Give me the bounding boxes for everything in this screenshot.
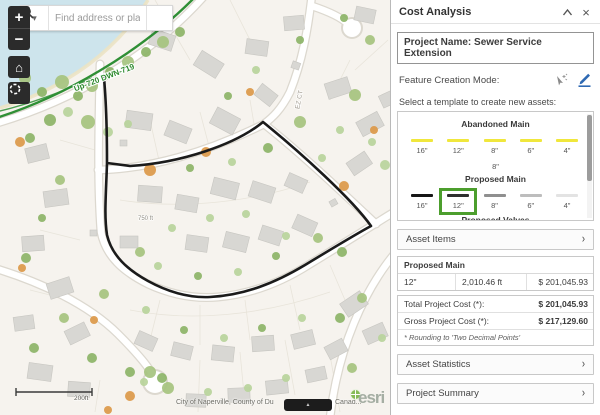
cost-analysis-panel: Cost Analysis × Project Name: Sewer Serv… bbox=[390, 0, 600, 415]
template-item[interactable]: 4" bbox=[551, 191, 583, 212]
search-input[interactable] bbox=[49, 6, 146, 30]
panel-header: Cost Analysis × bbox=[391, 0, 600, 24]
template-item[interactable]: 16" bbox=[406, 136, 438, 157]
template-item[interactable]: 8" bbox=[480, 155, 512, 171]
map-container[interactable]: Up-720 DWN-719 EZ CT 750 ft 200ft ▾ + − … bbox=[0, 0, 390, 415]
panel-body: Project Name: Sewer Service Extension Fe… bbox=[391, 24, 600, 415]
group-heading-abandoned: Abandoned Main bbox=[398, 119, 593, 129]
template-item[interactable]: 8" bbox=[479, 136, 511, 157]
locate-icon[interactable] bbox=[8, 82, 30, 104]
gross-cost-row: Gross Project Cost (*): $ 217,129.60 bbox=[398, 313, 593, 330]
panel-title: Cost Analysis bbox=[399, 6, 471, 18]
edit-pencil-icon[interactable] bbox=[576, 72, 592, 88]
template-scrollbar-thumb[interactable] bbox=[587, 115, 592, 181]
asset-table-row: 12" 2,010.46 ft $ 201,045.93 bbox=[398, 274, 593, 290]
template-item[interactable]: 4" bbox=[551, 136, 583, 157]
template-picker: Abandoned Main 16" 12" 8" bbox=[397, 111, 594, 221]
template-item[interactable]: 6" bbox=[515, 136, 547, 157]
total-cost-row: Total Project Cost (*): $ 201,045.93 bbox=[398, 296, 593, 313]
attribution-expander[interactable]: ▲ bbox=[284, 399, 332, 411]
template-item-selected[interactable]: 12" bbox=[442, 191, 474, 212]
chevron-right-icon: › bbox=[582, 387, 585, 399]
search-box: ▾ bbox=[20, 5, 173, 31]
group-heading-proposed: Proposed Main bbox=[398, 174, 593, 184]
group-heading-valves: Proposed Valves bbox=[398, 215, 593, 221]
search-icon[interactable] bbox=[146, 6, 172, 30]
dock-icon[interactable] bbox=[560, 5, 574, 19]
magic-wand-icon[interactable] bbox=[552, 72, 568, 88]
distance-label: 750 ft bbox=[138, 216, 153, 222]
attribution-text: City of Naperville, County of Du bbox=[176, 399, 274, 406]
feature-creation-mode-row: Feature Creation Mode: bbox=[397, 72, 594, 88]
app-window: Up-720 DWN-719 EZ CT 750 ft 200ft ▾ + − … bbox=[0, 0, 600, 415]
totals-table: Total Project Cost (*): $ 201,045.93 Gro… bbox=[397, 295, 594, 346]
template-item[interactable]: 12" bbox=[442, 136, 474, 157]
template-item[interactable]: 8" bbox=[479, 191, 511, 212]
chevron-right-icon: › bbox=[582, 233, 585, 245]
feature-creation-mode-label: Feature Creation Mode: bbox=[399, 75, 499, 86]
asset-table-group: Proposed Main bbox=[398, 257, 593, 274]
zoom-out-button[interactable]: − bbox=[8, 28, 30, 50]
zoom-in-button[interactable]: + bbox=[8, 6, 30, 28]
map-canvas[interactable]: Up-720 DWN-719 EZ CT 750 ft 200ft bbox=[0, 0, 390, 415]
section-asset-statistics[interactable]: Asset Statistics › bbox=[397, 354, 594, 375]
chevron-right-icon: › bbox=[582, 358, 585, 370]
rounding-footnote: * Rounding to 'Two Decimal Points' bbox=[398, 330, 593, 345]
template-item[interactable]: 16" bbox=[406, 191, 438, 212]
template-item[interactable]: 6" bbox=[515, 191, 547, 212]
section-project-summary[interactable]: Project Summary › bbox=[397, 383, 594, 404]
scale-label: 200ft bbox=[74, 395, 89, 402]
project-name: Project Name: Sewer Service Extension bbox=[397, 32, 594, 64]
close-icon[interactable]: × bbox=[579, 5, 593, 19]
esri-logo: esri bbox=[350, 388, 384, 408]
asset-table: Proposed Main 12" 2,010.46 ft $ 201,045.… bbox=[397, 256, 594, 291]
template-prompt: Select a template to create new assets: bbox=[397, 97, 594, 107]
home-button[interactable]: ⌂ bbox=[8, 56, 30, 78]
section-asset-items[interactable]: Asset Items › bbox=[397, 229, 594, 250]
